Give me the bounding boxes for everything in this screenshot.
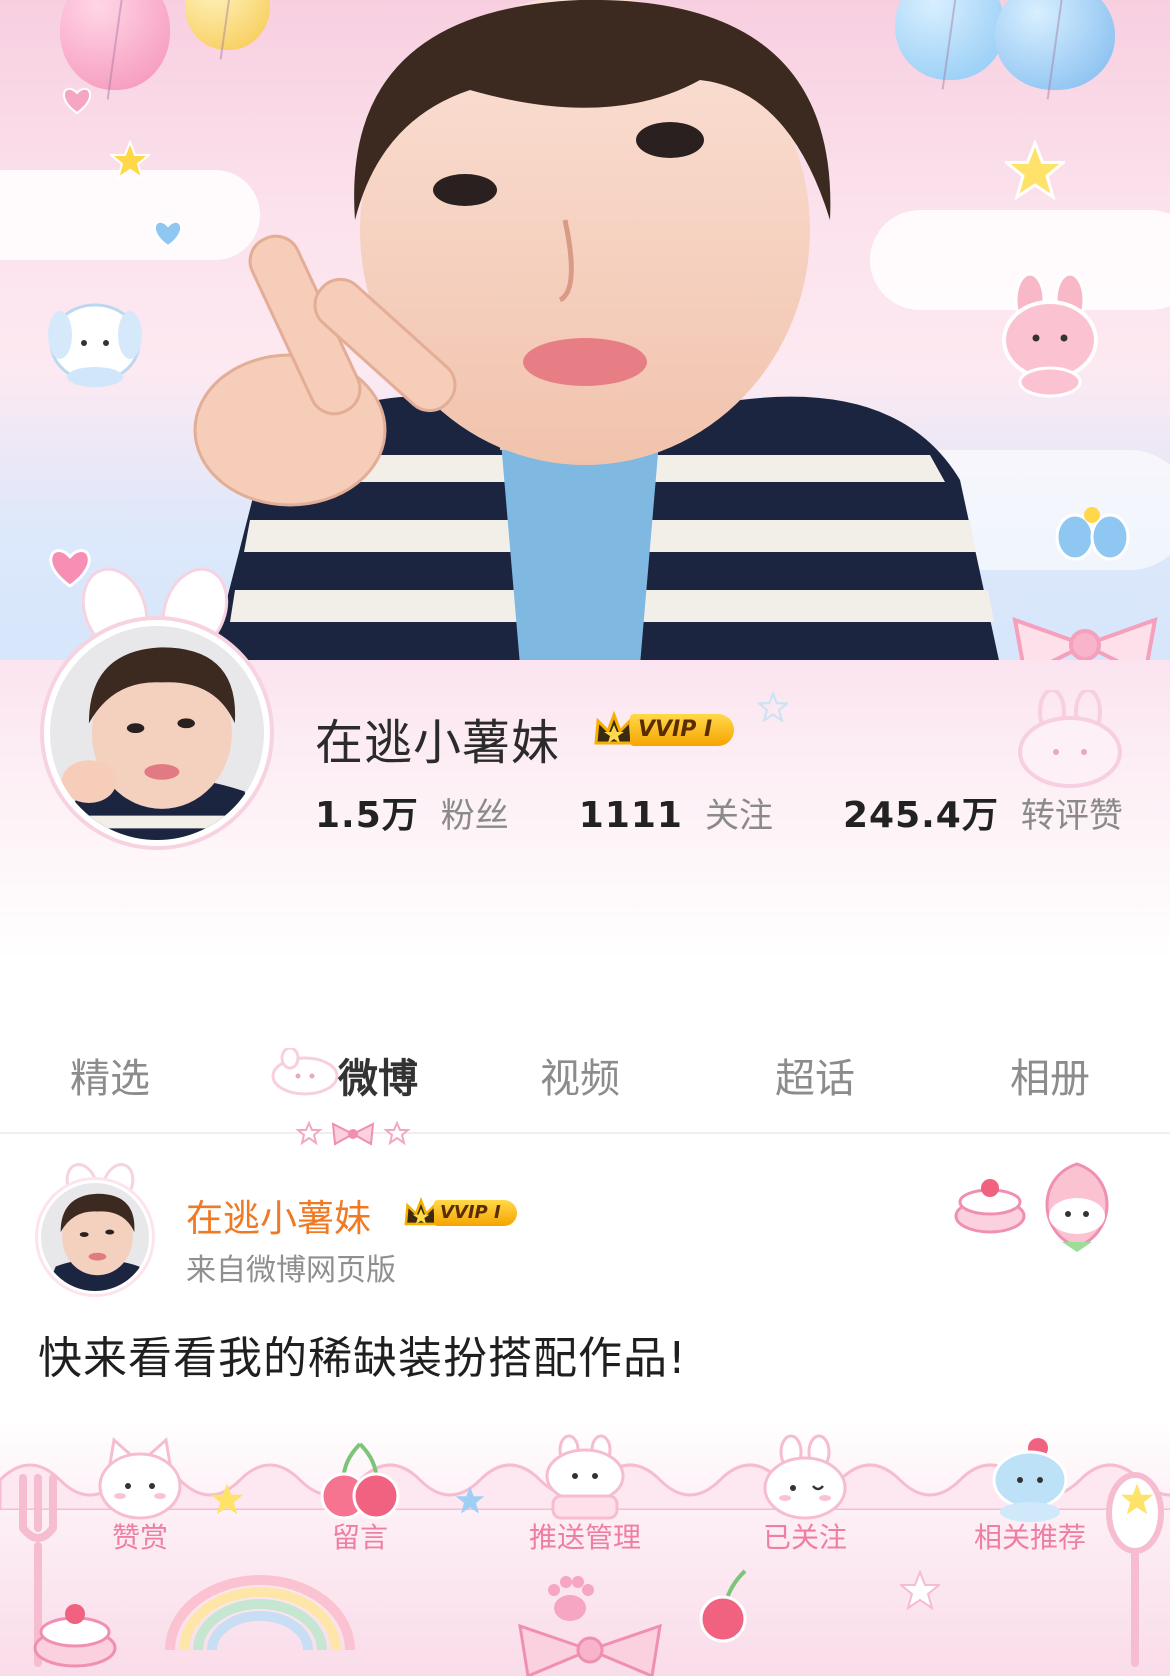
star-icon <box>455 1486 485 1514</box>
icecream-icon <box>992 1438 1068 1522</box>
related-recommend-button[interactable]: 相关推荐 <box>945 1420 1115 1560</box>
strawberry-sticker-icon <box>1045 1162 1109 1252</box>
post-author-name[interactable]: 在逃小薯妹 <box>186 1188 371 1242</box>
tab-featured[interactable]: 精选 <box>70 1046 150 1104</box>
interactions-count[interactable]: 245.4万 <box>843 786 999 838</box>
bunny-cake-icon <box>545 1434 625 1520</box>
post-content: 快来看看我的稀缺装扮搭配作品! <box>38 1333 687 1384</box>
tab-super-topic[interactable]: 超话 <box>775 1046 855 1104</box>
bunny-icon <box>763 1434 847 1520</box>
tab-weibo[interactable]: 微博 <box>338 1046 418 1104</box>
bow-icon <box>518 1623 662 1676</box>
reward-label: 赞赏 <box>111 1521 168 1554</box>
active-tab-indicator <box>295 1120 411 1146</box>
vip-label: VVIP I <box>434 1200 517 1226</box>
push-settings-button[interactable]: 推送管理 <box>500 1420 670 1560</box>
profile-tabs: 精选 微博 视频 超话 相册 <box>0 1020 1170 1146</box>
post-source: 来自微博网页版 <box>186 1253 396 1288</box>
profile-name: 在逃小薯妹 <box>315 715 561 771</box>
star-icon <box>900 1570 940 1610</box>
following-button[interactable]: 已关注 <box>720 1420 890 1560</box>
following-label: 已关注 <box>762 1521 847 1554</box>
cherry-icon <box>320 1442 400 1520</box>
followers-label[interactable]: 粉丝 <box>441 788 509 837</box>
cake-sticker-icon <box>954 1179 1026 1234</box>
comment-label: 留言 <box>331 1521 388 1554</box>
comment-button[interactable]: 留言 <box>275 1420 445 1560</box>
reward-button[interactable]: 赞赏 <box>55 1420 225 1560</box>
tab-video[interactable]: 视频 <box>540 1046 620 1104</box>
bunny-tab-icon <box>271 1048 339 1096</box>
cherry-icon <box>699 1569 747 1643</box>
avatar-photo <box>41 1183 149 1291</box>
following-label[interactable]: 关注 <box>705 788 773 837</box>
cake-sticker-icon <box>33 1604 117 1668</box>
puppy-sticker-icon <box>48 303 142 387</box>
star-icon <box>210 1483 244 1515</box>
followers-count[interactable]: 1.5万 <box>315 786 419 838</box>
avatar[interactable] <box>44 620 270 846</box>
post-action-bar: 赞赏 留言 推送管理 已关注 相关推荐 <box>0 1420 1170 1676</box>
star-outline-icon <box>758 692 788 722</box>
rainbow-icon <box>165 1575 355 1650</box>
heart-icon <box>62 87 92 115</box>
post-author-avatar[interactable] <box>38 1180 152 1294</box>
avatar-photo <box>50 626 264 840</box>
profile-stats: 1.5万 粉丝 1111 关注 245.4万 转评赞 <box>315 786 1123 838</box>
cover-photo <box>140 0 1040 665</box>
kitty-icon <box>98 1437 182 1520</box>
following-count[interactable]: 1111 <box>579 795 683 836</box>
vip-label: VVIP I <box>630 714 735 746</box>
vip-badge[interactable]: VVIP I <box>592 710 742 750</box>
related-recommend-label: 相关推荐 <box>973 1521 1086 1554</box>
bunny-outline-icon <box>1018 690 1122 788</box>
tab-album[interactable]: 相册 <box>1010 1046 1090 1104</box>
interactions-label[interactable]: 转评赞 <box>1021 788 1123 837</box>
push-settings-label: 推送管理 <box>528 1521 641 1554</box>
star-icon <box>1120 1483 1154 1515</box>
post-vip-badge[interactable]: VVIP I <box>402 1196 517 1230</box>
butterfly-sticker-icon <box>1055 507 1130 561</box>
